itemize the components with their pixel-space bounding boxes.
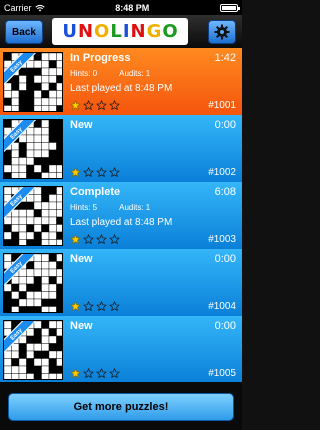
puzzle-time: 0:00 xyxy=(214,253,236,265)
logo-letter: U xyxy=(62,21,77,42)
star-filled-icon xyxy=(70,368,81,379)
puzzle-thumbnail: Easy xyxy=(3,119,63,179)
puzzle-list: Easy In Progress 1:42 Hints: 0 Audits: 1… xyxy=(0,48,242,384)
logo-letter: I xyxy=(122,21,130,42)
get-more-puzzles-label: Get more puzzles! xyxy=(73,401,169,413)
star-empty-icon xyxy=(83,167,94,178)
audits-count: Audits: 1 xyxy=(119,69,151,78)
puzzle-number: #1001 xyxy=(208,100,236,111)
difficulty-stars xyxy=(70,234,120,245)
battery-icon xyxy=(220,3,240,12)
status-left: Carrier xyxy=(4,3,45,13)
back-button-label: Back xyxy=(12,26,36,38)
star-empty-icon xyxy=(83,368,94,379)
puzzle-time: 0:00 xyxy=(214,320,236,332)
settings-button[interactable] xyxy=(208,20,236,44)
star-empty-icon xyxy=(96,301,107,312)
puzzle-row[interactable]: Easy In Progress 1:42 Hints: 0 Audits: 1… xyxy=(0,48,242,116)
puzzle-row[interactable]: Easy New 0:00 #1005 xyxy=(0,316,242,384)
carrier-label: Carrier xyxy=(4,2,32,13)
puzzle-status: New xyxy=(70,119,93,131)
puzzle-status: New xyxy=(70,320,93,332)
status-right xyxy=(220,3,240,12)
puzzle-thumbnail: Easy xyxy=(3,52,63,112)
puzzle-thumbnail: Easy xyxy=(3,186,63,246)
logo-letter: N xyxy=(130,21,146,42)
difficulty-stars xyxy=(70,100,120,111)
last-played: Last played at 8:48 PM xyxy=(70,83,173,94)
star-empty-icon xyxy=(96,167,107,178)
puzzle-time: 0:00 xyxy=(214,119,236,131)
puzzle-number: #1002 xyxy=(208,167,236,178)
footer-bar: Get more puzzles! xyxy=(0,382,242,430)
difficulty-stars xyxy=(70,167,120,178)
logo-letter: N xyxy=(77,21,94,42)
hints-count: Hints: 0 xyxy=(70,69,98,78)
puzzle-time: 6:08 xyxy=(214,186,236,198)
puzzle-row[interactable]: Easy New 0:00 #1004 xyxy=(0,249,242,317)
star-empty-icon xyxy=(109,234,120,245)
logo-letter: L xyxy=(110,21,122,42)
star-empty-icon xyxy=(83,234,94,245)
star-empty-icon xyxy=(83,301,94,312)
star-filled-icon xyxy=(70,100,81,111)
star-empty-icon xyxy=(83,100,94,111)
last-played: Last played at 8:48 PM xyxy=(70,217,173,228)
puzzle-time: 1:42 xyxy=(214,52,236,64)
puzzle-number: #1005 xyxy=(208,368,236,379)
difficulty-stars xyxy=(70,368,120,379)
puzzle-status: In Progress xyxy=(70,52,131,64)
puzzle-row[interactable]: Easy New 0:00 #1002 xyxy=(0,115,242,183)
logo-letter: O xyxy=(162,21,178,42)
clock: 8:48 PM xyxy=(115,2,150,13)
back-button[interactable]: Back xyxy=(5,20,43,44)
puzzle-status: Complete xyxy=(70,186,121,198)
star-empty-icon xyxy=(96,234,107,245)
star-filled-icon xyxy=(70,301,81,312)
difficulty-stars xyxy=(70,301,120,312)
audits-count: Audits: 1 xyxy=(119,203,151,212)
star-empty-icon xyxy=(96,368,107,379)
puzzle-row[interactable]: Easy Complete 6:08 Hints: 5 Audits: 1 La… xyxy=(0,182,242,250)
puzzle-number: #1004 xyxy=(208,301,236,312)
unolingo-logo: UNOLINGO xyxy=(52,18,188,45)
puzzle-thumbnail: Easy xyxy=(3,253,63,313)
wifi-icon xyxy=(34,4,45,11)
logo-letter: G xyxy=(146,21,162,42)
nav-header: Back UNOLINGO xyxy=(0,15,242,48)
puzzle-status: New xyxy=(70,253,93,265)
star-empty-icon xyxy=(109,167,120,178)
get-more-puzzles-button[interactable]: Get more puzzles! xyxy=(8,393,234,421)
logo-letter: O xyxy=(94,21,110,42)
star-empty-icon xyxy=(96,100,107,111)
star-empty-icon xyxy=(109,368,120,379)
puzzle-thumbnail: Easy xyxy=(3,320,63,380)
star-filled-icon xyxy=(70,234,81,245)
star-empty-icon xyxy=(109,100,120,111)
star-filled-icon xyxy=(70,167,81,178)
status-bar: Carrier 8:48 PM xyxy=(0,0,242,15)
star-empty-icon xyxy=(109,301,120,312)
hints-count: Hints: 5 xyxy=(70,203,98,212)
puzzle-stats: Hints: 5 Audits: 1 xyxy=(70,203,150,212)
puzzle-number: #1003 xyxy=(208,234,236,245)
gear-icon xyxy=(214,24,230,40)
puzzle-stats: Hints: 0 Audits: 1 xyxy=(70,69,150,78)
